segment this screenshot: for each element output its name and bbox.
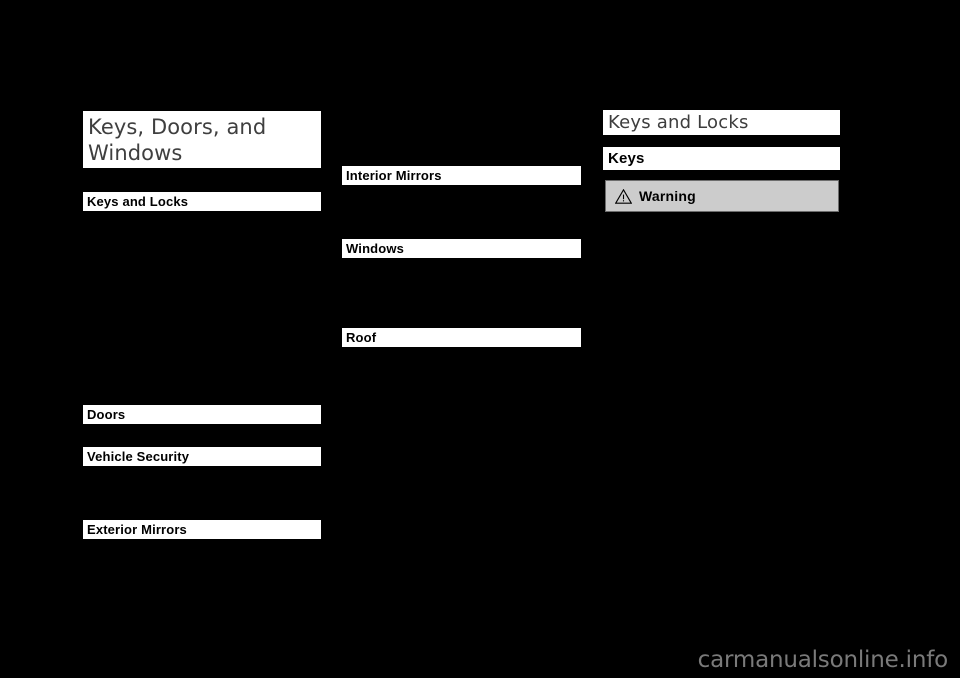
section-heading-label: Keys and Locks: [608, 111, 749, 133]
manual-page: Keys, Doors, and Windows Keys and Locks …: [0, 0, 960, 678]
toc-entry-label: Keys and Locks: [87, 193, 189, 209]
toc-entry-keys-and-locks[interactable]: Keys and Locks: [83, 192, 321, 211]
chapter-title-text: Keys, Doors, and Windows: [88, 115, 267, 165]
toc-entry-label: Roof: [346, 329, 377, 345]
toc-entry-exterior-mirrors[interactable]: Exterior Mirrors: [83, 520, 321, 539]
toc-entry-label: Doors: [87, 406, 126, 422]
section-heading-keys-and-locks: Keys and Locks: [603, 110, 840, 135]
subsection-heading-keys: Keys: [603, 147, 840, 170]
warning-callout: Warning: [605, 180, 839, 212]
toc-entry-interior-mirrors[interactable]: Interior Mirrors: [342, 166, 581, 185]
watermark: carmanualsonline.info: [697, 647, 949, 673]
toc-entry-label: Windows: [346, 240, 404, 256]
warning-triangle-icon: [615, 188, 632, 204]
toc-entry-label: Exterior Mirrors: [87, 521, 187, 537]
toc-entry-label: Vehicle Security: [87, 448, 190, 464]
warning-label: Warning: [639, 187, 696, 204]
toc-entry-doors[interactable]: Doors: [83, 405, 321, 424]
toc-entry-roof[interactable]: Roof: [342, 328, 581, 347]
toc-entry-windows[interactable]: Windows: [342, 239, 581, 258]
toc-entry-label: Interior Mirrors: [346, 167, 442, 183]
chapter-title-panel: Keys, Doors, and Windows: [83, 111, 321, 168]
toc-entry-vehicle-security[interactable]: Vehicle Security: [83, 447, 321, 466]
subsection-heading-label: Keys: [608, 149, 645, 167]
